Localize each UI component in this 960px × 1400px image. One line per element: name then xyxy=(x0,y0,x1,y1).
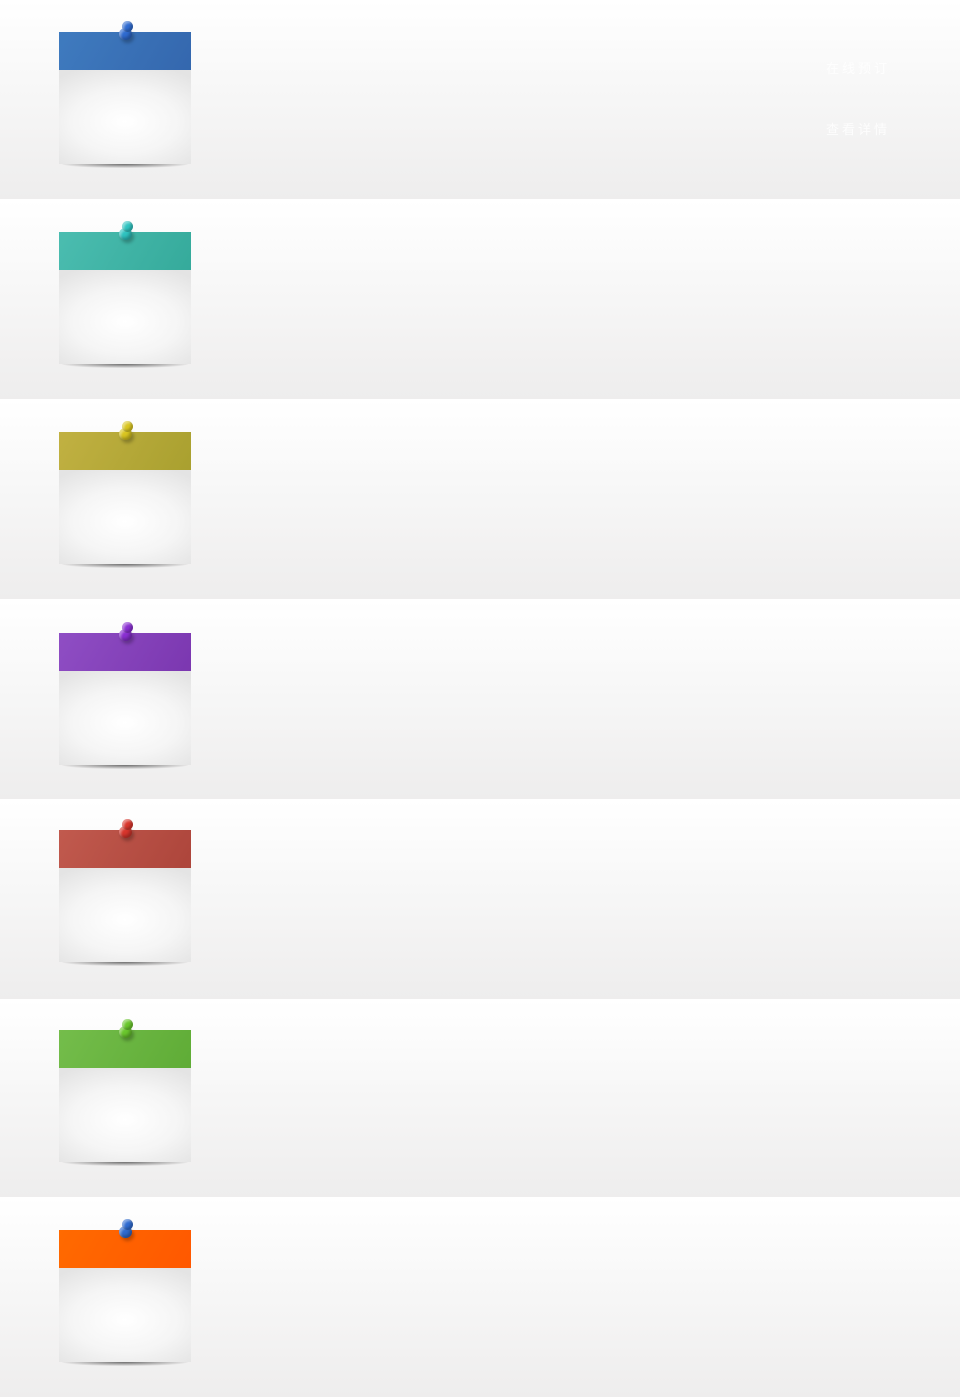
pushpin-icon xyxy=(119,1019,135,1041)
sticky-note[interactable] xyxy=(59,221,191,368)
note-row xyxy=(0,1000,960,1197)
sticky-note[interactable] xyxy=(59,1019,191,1166)
sticky-note[interactable] xyxy=(59,421,191,568)
sticky-note[interactable] xyxy=(59,1219,191,1366)
note-row xyxy=(0,600,960,799)
view-details-link[interactable]: 查看详情 xyxy=(826,119,890,138)
note-row xyxy=(0,0,960,199)
pushpin-icon xyxy=(119,1219,135,1241)
pushpin-icon xyxy=(119,21,135,43)
book-online-link[interactable]: 在线预订 xyxy=(826,58,890,77)
note-row xyxy=(0,800,960,999)
pushpin-icon xyxy=(119,622,135,644)
pushpin-icon xyxy=(119,819,135,841)
pushpin-icon xyxy=(119,421,135,443)
note-row xyxy=(0,200,960,399)
sticky-note[interactable] xyxy=(59,21,191,168)
sticky-note[interactable] xyxy=(59,622,191,769)
pushpin-icon xyxy=(119,221,135,243)
note-row xyxy=(0,400,960,599)
sticky-note[interactable] xyxy=(59,819,191,966)
note-row xyxy=(0,1198,960,1397)
note-list: 在线预订 查看详情 xyxy=(0,0,960,1400)
